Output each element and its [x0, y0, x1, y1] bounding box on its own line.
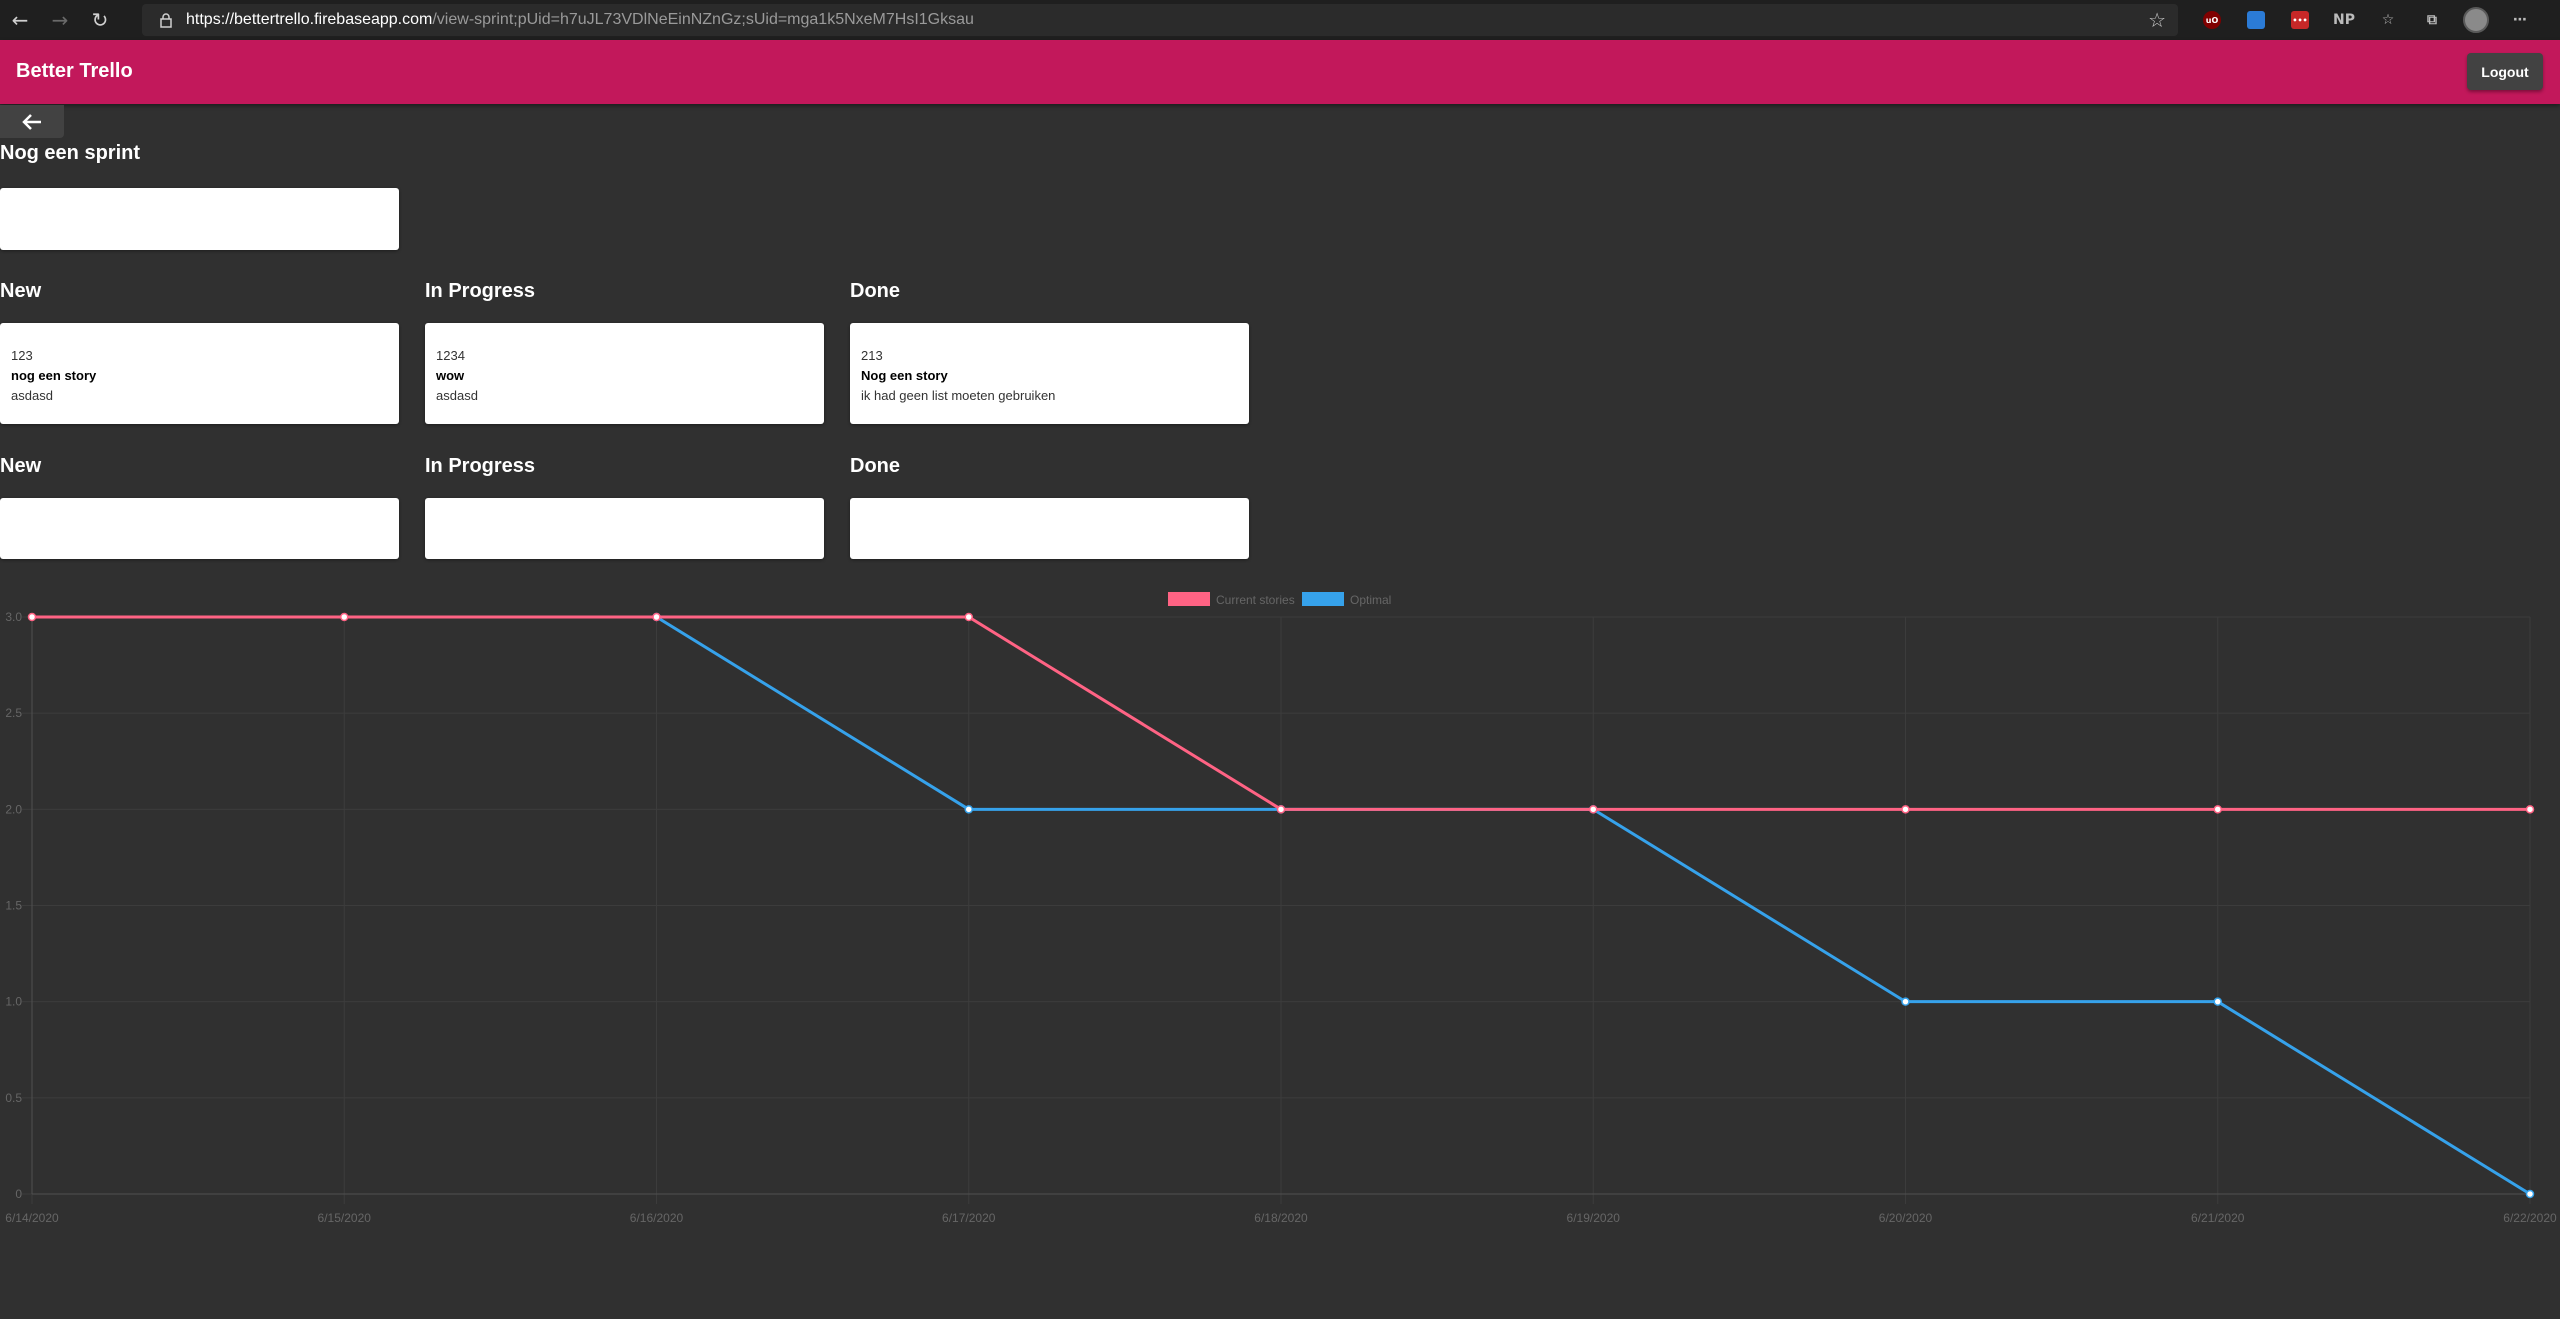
favorites-icon[interactable]: ☆ [2366, 0, 2410, 40]
lock-icon [152, 12, 180, 28]
sprint-name-input[interactable] [0, 188, 399, 250]
story-card[interactable]: 1234 wow asdasd [425, 323, 824, 424]
red-extension-icon[interactable]: ••• [2278, 0, 2322, 40]
logout-button[interactable]: Logout [2467, 53, 2543, 90]
data-point [1901, 997, 1910, 1006]
story-card[interactable]: 123 nog een story asdasd [0, 323, 399, 424]
url-host: https://bettertrello.firebaseapp.com [186, 11, 433, 28]
column-dropzone-done[interactable] [850, 498, 1249, 559]
data-point [2213, 997, 2222, 1006]
story-description: asdasd [436, 388, 478, 403]
x-tick-label: 6/14/2020 [5, 1211, 59, 1225]
url-text: https://bettertrello.firebaseapp.com/vie… [186, 11, 974, 29]
ublock-extension-icon[interactable]: uO [2190, 0, 2234, 40]
data-point [1276, 805, 1286, 814]
y-tick-label: 3.0 [5, 610, 22, 624]
column-dropzone-in-progress[interactable] [425, 498, 824, 559]
story-id: 1234 [436, 348, 465, 363]
chart-grid [22, 616, 2531, 1204]
data-point [1589, 805, 1598, 814]
y-tick-label: 0.5 [5, 1091, 22, 1105]
column-heading-new: New [0, 455, 42, 477]
legend-swatch [1302, 592, 1344, 606]
url-path: /view-sprint;pUid=h7uJL73VDlNeEinNZnGz;s… [432, 11, 974, 28]
column-heading-new: New [0, 280, 42, 302]
extensions-bar: uO ••• NP ☆ ⧉ ⋯ [2190, 0, 2542, 40]
app-title: Better Trello [16, 60, 133, 82]
y-tick-label: 1.0 [5, 995, 22, 1009]
story-id: 213 [861, 348, 883, 363]
x-tick-label: 6/19/2020 [1567, 1211, 1621, 1225]
story-id: 123 [11, 348, 33, 363]
data-point [2213, 805, 2222, 814]
data-point [2525, 1189, 2535, 1199]
column-heading-in-progress: In Progress [425, 280, 536, 302]
favorite-star-icon[interactable]: ☆ [2148, 8, 2166, 32]
x-tick-label: 6/20/2020 [1879, 1211, 1933, 1225]
column-heading-done: Done [850, 455, 900, 477]
browser-toolbar: ← → ↻ https://bettertrello.firebaseapp.c… [0, 0, 2560, 40]
blue-extension-icon[interactable] [2234, 0, 2278, 40]
arrow-left-icon [22, 113, 41, 130]
forward-nav-icon[interactable]: → [40, 0, 80, 40]
story-name: nog een story [11, 368, 97, 383]
story-card[interactable]: 213 Nog een story ik had geen list moete… [850, 323, 1249, 424]
data-point [27, 612, 37, 622]
more-menu-icon[interactable]: ⋯ [2498, 0, 2542, 40]
legend-label: Current stories [1216, 593, 1295, 607]
x-tick-label: 6/18/2020 [1254, 1211, 1308, 1225]
back-nav-icon[interactable]: ← [0, 0, 40, 40]
refresh-icon[interactable]: ↻ [80, 0, 120, 40]
data-point [652, 612, 661, 622]
story-description: ik had geen list moeten gebruiken [861, 388, 1056, 403]
story-name: wow [436, 368, 465, 383]
x-tick-label: 6/17/2020 [942, 1211, 996, 1225]
x-tick-label: 6/21/2020 [2191, 1211, 2245, 1225]
y-tick-label: 1.5 [5, 899, 22, 913]
story-name: Nog een story [861, 368, 948, 383]
y-tick-label: 2.0 [5, 802, 22, 816]
sprint-title: Nog een sprint [0, 142, 141, 164]
chart-legend: Current stories Optimal [1168, 592, 1391, 607]
column-heading-done: Done [850, 280, 900, 302]
data-point [1901, 805, 1910, 814]
np-extension-icon[interactable]: NP [2322, 0, 2366, 40]
y-tick-label: 2.5 [5, 706, 22, 720]
column-dropzone-new[interactable] [0, 498, 399, 559]
collections-icon[interactable]: ⧉ [2410, 0, 2454, 40]
data-point [340, 612, 349, 622]
data-point [964, 805, 973, 814]
story-description: asdasd [11, 388, 53, 403]
x-tick-label: 6/22/2020 [2503, 1211, 2557, 1225]
legend-swatch [1168, 592, 1210, 606]
profile-avatar[interactable] [2454, 0, 2498, 40]
app-toolbar: Better Trello Logout [0, 40, 2560, 104]
back-button[interactable] [0, 105, 64, 138]
column-heading-in-progress: In Progress [425, 455, 536, 477]
legend-label: Optimal [1350, 593, 1391, 607]
data-point [2525, 805, 2535, 814]
y-tick-label: 0 [15, 1187, 22, 1201]
x-tick-label: 6/15/2020 [318, 1211, 372, 1225]
x-tick-label: 6/16/2020 [630, 1211, 684, 1225]
burndown-chart: Current stories Optimal 3.0 2.5 2.0 1.5 1.0 0.… [5, 592, 2557, 1225]
data-point [964, 612, 973, 622]
address-bar[interactable]: https://bettertrello.firebaseapp.com/vie… [142, 4, 2178, 36]
